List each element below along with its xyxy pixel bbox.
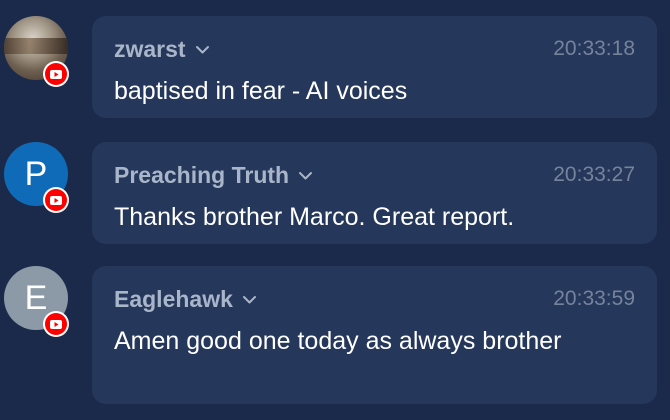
message-timestamp: 20:33:59 xyxy=(553,287,635,310)
author-name[interactable]: Eaglehawk xyxy=(114,286,257,313)
chevron-down-icon[interactable] xyxy=(242,295,257,305)
author-label: zwarst xyxy=(114,36,186,62)
avatar-letter: E xyxy=(24,278,48,317)
chevron-down-icon[interactable] xyxy=(298,171,313,181)
message-timestamp: 20:33:18 xyxy=(553,37,635,60)
chat-message: P Preaching Truth 20:33:27 Thanks brothe… xyxy=(0,142,670,246)
chevron-down-icon[interactable] xyxy=(195,45,210,55)
chat-message: zwarst 20:33:18 baptised in fear - AI vo… xyxy=(0,16,670,120)
chat-message: E Eaglehawk 20:33:59 Amen good one today… xyxy=(0,266,670,406)
youtube-badge xyxy=(43,311,69,337)
message-bubble: Eaglehawk 20:33:59 Amen good one today a… xyxy=(92,266,657,404)
youtube-icon xyxy=(50,195,62,205)
message-text: Amen good one today as always brother xyxy=(114,327,562,355)
author-name[interactable]: Preaching Truth xyxy=(114,162,313,189)
avatar-letter: P xyxy=(24,154,48,193)
author-name[interactable]: zwarst xyxy=(114,36,210,63)
message-bubble: zwarst 20:33:18 baptised in fear - AI vo… xyxy=(92,16,657,118)
author-label: Preaching Truth xyxy=(114,162,290,188)
youtube-icon xyxy=(50,69,62,79)
author-label: Eaglehawk xyxy=(114,286,233,312)
youtube-badge xyxy=(43,61,69,87)
message-bubble: Preaching Truth 20:33:27 Thanks brother … xyxy=(92,142,657,244)
message-text: Thanks brother Marco. Great report. xyxy=(114,203,515,231)
youtube-icon xyxy=(50,319,62,329)
youtube-badge xyxy=(43,187,69,213)
message-text: baptised in fear - AI voices xyxy=(114,77,408,105)
avatar-photo xyxy=(4,38,68,54)
chat-feed: { "colors": { "background": "#1b2a4a", "… xyxy=(0,0,670,420)
message-timestamp: 20:33:27 xyxy=(553,163,635,186)
